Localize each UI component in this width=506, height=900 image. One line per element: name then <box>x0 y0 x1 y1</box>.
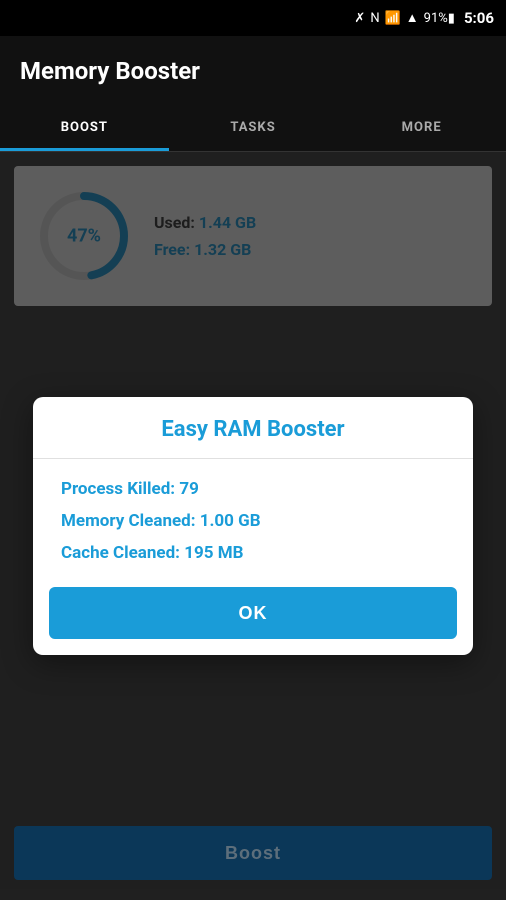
dialog-overlay: Easy RAM Booster Process Killed: 79 Memo… <box>0 152 506 900</box>
cache-label: Cache Cleaned: <box>61 543 180 563</box>
app-title: Memory Booster <box>20 57 200 85</box>
memory-cleaned-value: 1.00 GB <box>200 511 261 531</box>
tab-more[interactable]: MORE <box>337 106 506 151</box>
processes-value: 79 <box>179 479 199 499</box>
dialog: Easy RAM Booster Process Killed: 79 Memo… <box>33 397 473 655</box>
cache-value: 195 MB <box>184 543 243 563</box>
status-time: 5:06 <box>464 9 494 27</box>
status-bar: ✗ N 📶 ▲ 91%▮ 5:06 <box>0 0 506 36</box>
dialog-stat-processes: Process Killed: 79 <box>61 479 445 499</box>
dialog-stat-cache: Cache Cleaned: 195 MB <box>61 543 445 563</box>
ok-button[interactable]: OK <box>49 587 457 639</box>
battery-icon: 91%▮ <box>424 11 455 26</box>
dialog-stat-memory: Memory Cleaned: 1.00 GB <box>61 511 445 531</box>
signal-icon: ▲ <box>406 10 419 26</box>
tab-bar: BOOST TASKS MORE <box>0 106 506 152</box>
main-content: 47% Used: 1.44 GB Free: 1.32 GB Boost Ea… <box>0 152 506 900</box>
status-icons: ✗ N 📶 ▲ 91%▮ 5:06 <box>354 9 494 27</box>
tab-tasks[interactable]: TASKS <box>169 106 338 151</box>
processes-label: Process Killed: <box>61 479 175 499</box>
dialog-actions: OK <box>33 587 473 655</box>
tab-boost[interactable]: BOOST <box>0 106 169 151</box>
dialog-body: Process Killed: 79 Memory Cleaned: 1.00 … <box>33 459 473 587</box>
network-icon: N <box>370 11 379 26</box>
app-header: Memory Booster <box>0 36 506 106</box>
battery-percent: 91% <box>424 11 448 26</box>
bluetooth-icon: ✗ <box>354 11 365 26</box>
dialog-title: Easy RAM Booster <box>33 397 473 459</box>
wifi-icon: 📶 <box>385 11 401 26</box>
memory-label: Memory Cleaned: <box>61 511 196 531</box>
